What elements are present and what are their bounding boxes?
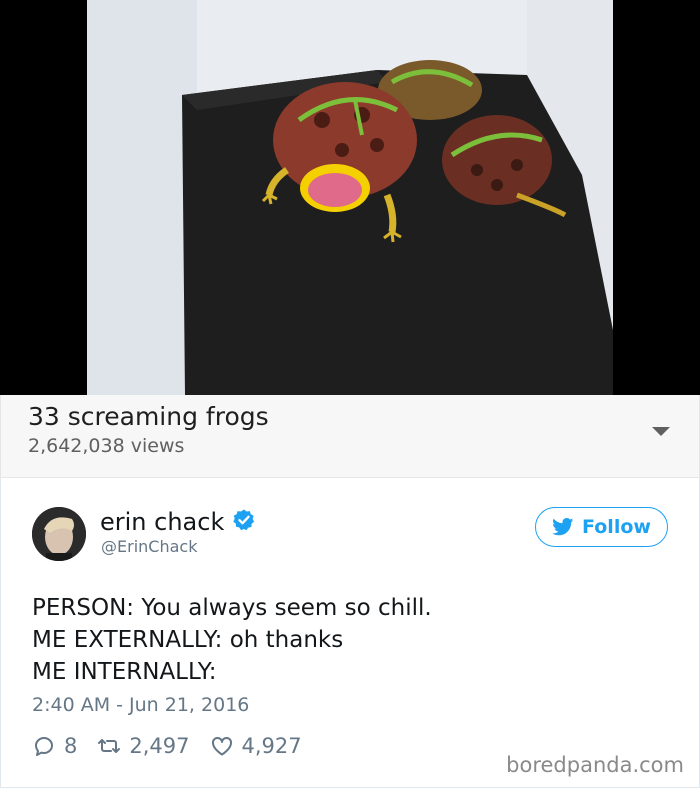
twitter-bird-icon <box>552 518 574 536</box>
tweet-line: ME INTERNALLY: <box>32 659 217 685</box>
like-button[interactable]: 4,927 <box>210 734 302 758</box>
reply-count: 8 <box>64 734 78 758</box>
video-frame <box>87 0 613 395</box>
follow-button[interactable]: Follow <box>535 507 668 547</box>
display-name[interactable]: erin chack <box>100 508 224 536</box>
tweet-actions: 8 2,497 4,927 <box>32 732 322 760</box>
reply-button[interactable]: 8 <box>32 734 77 758</box>
chevron-down-icon[interactable] <box>652 427 670 436</box>
video-title[interactable]: 33 screaming frogs <box>28 402 269 431</box>
verified-icon <box>233 509 255 531</box>
tweet-line: PERSON: You always seem so chill. <box>32 595 432 621</box>
tweet-text: PERSON: You always seem so chill. ME EXT… <box>32 592 432 688</box>
video-player[interactable] <box>0 0 700 395</box>
like-count: 4,927 <box>241 734 302 758</box>
retweet-icon <box>98 739 121 753</box>
like-icon <box>211 736 232 756</box>
user-handle[interactable]: @ErinChack <box>101 537 197 556</box>
video-view-count: 2,642,038 views <box>28 435 185 457</box>
retweet-count: 2,497 <box>129 734 190 758</box>
retweet-button[interactable]: 2,497 <box>97 734 190 758</box>
video-thumbnail <box>87 0 613 395</box>
tweet-timestamp[interactable]: 2:40 AM - Jun 21, 2016 <box>32 694 249 716</box>
watermark: boredpanda.com <box>506 753 684 777</box>
reply-icon <box>35 737 53 756</box>
avatar[interactable] <box>32 507 86 561</box>
tweet-line: ME EXTERNALLY: oh thanks <box>32 627 344 653</box>
follow-label: Follow <box>582 516 651 538</box>
